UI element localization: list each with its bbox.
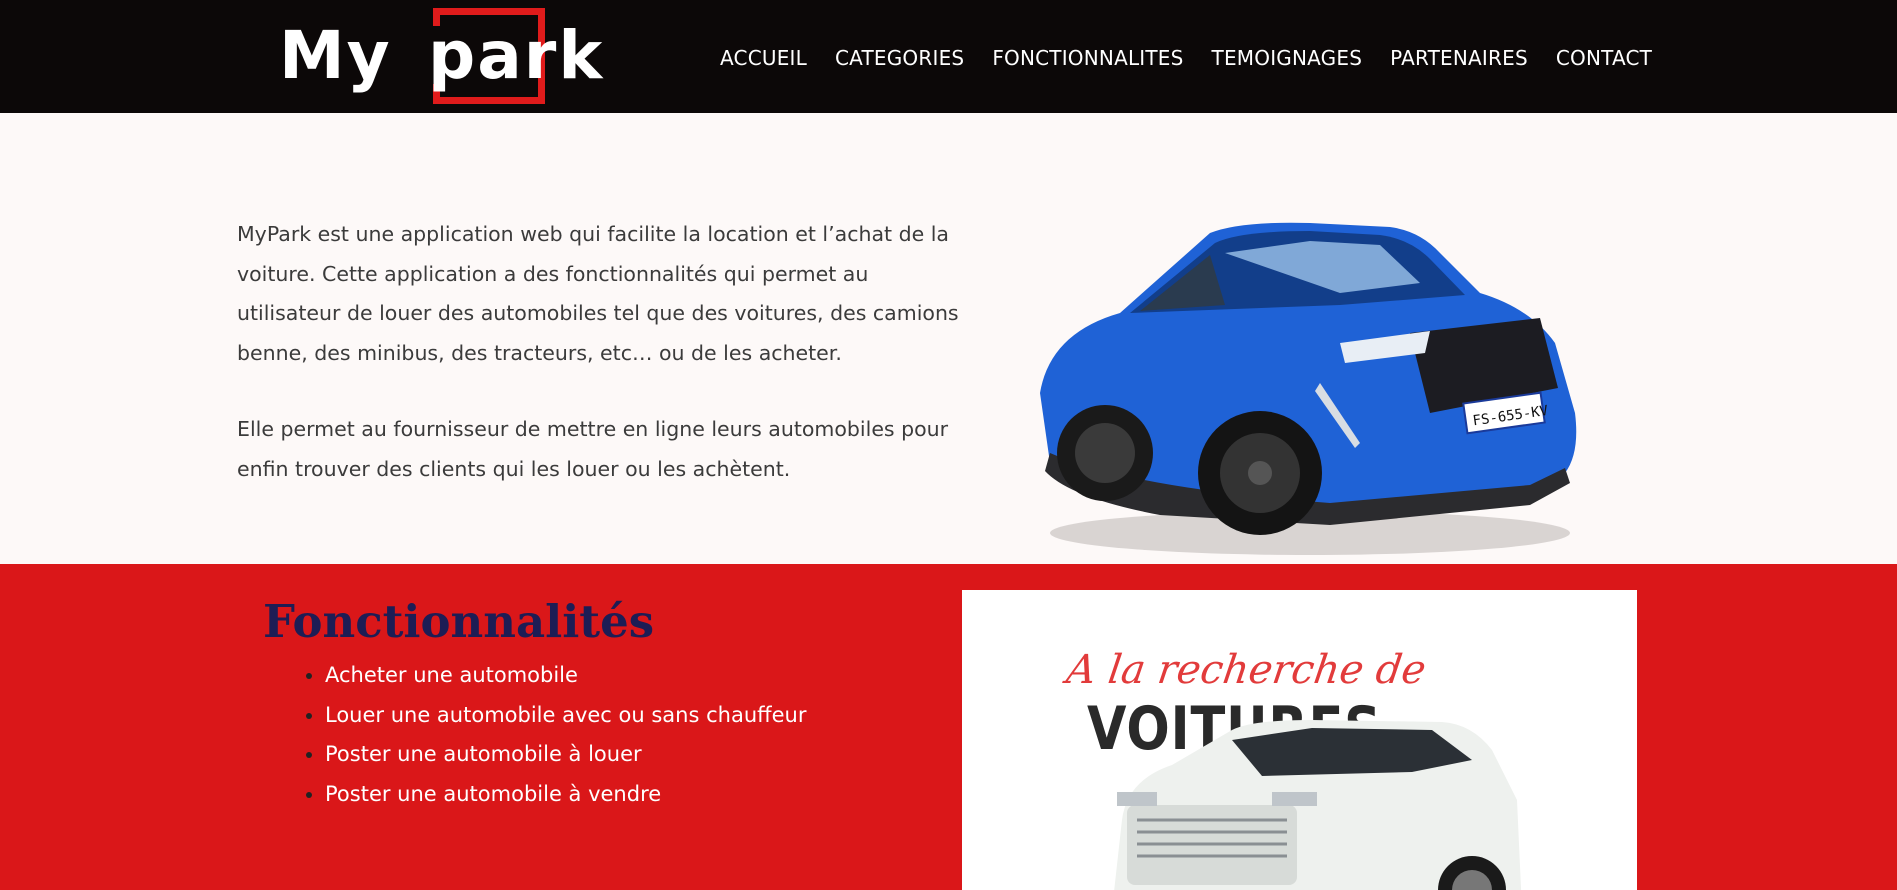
features-list: Acheter une automobile Louer une automob… xyxy=(285,656,806,814)
mypark-logo[interactable]: My park xyxy=(279,8,609,108)
intro-paragraph-1: MyPark est une application web qui facil… xyxy=(237,222,959,365)
nav-accueil[interactable]: ACCUEIL xyxy=(720,44,807,72)
feature-item: Louer une automobile avec ou sans chauff… xyxy=(325,696,806,736)
promo-script-text: A la recherche de xyxy=(1063,647,1429,693)
promo-banner: A la recherche de VOITURES xyxy=(962,590,1637,890)
features-section: Fonctionnalités Acheter une automobile L… xyxy=(0,564,1897,890)
logo-text-park: park xyxy=(428,17,605,94)
site-header: My park ACCUEIL CATEGORIES FONCTIONNALIT… xyxy=(0,0,1897,113)
nav-fonctionnalites[interactable]: FONCTIONNALITES xyxy=(992,44,1183,72)
intro-section: MyPark est une application web qui facil… xyxy=(0,113,1897,564)
blue-suv-image: FS-655-KV xyxy=(1040,222,1577,555)
feature-item: Acheter une automobile xyxy=(325,656,806,696)
main-nav: ACCUEIL CATEGORIES FONCTIONNALITES TEMOI… xyxy=(720,44,1652,72)
feature-item: Poster une automobile à vendre xyxy=(325,775,806,815)
intro-paragraph-2: Elle permet au fournisseur de mettre en … xyxy=(237,417,949,481)
intro-text: MyPark est une application web qui facil… xyxy=(237,215,967,526)
nav-partenaires[interactable]: PARTENAIRES xyxy=(1390,44,1528,72)
feature-item: Poster une automobile à louer xyxy=(325,735,806,775)
nav-contact[interactable]: CONTACT xyxy=(1556,44,1652,72)
logo-text-my: My xyxy=(279,17,392,94)
features-title: Fonctionnalités xyxy=(263,595,655,648)
nav-temoignages[interactable]: TEMOIGNAGES xyxy=(1212,44,1363,72)
white-suv-image xyxy=(1114,720,1522,890)
nav-categories[interactable]: CATEGORIES xyxy=(835,44,964,72)
